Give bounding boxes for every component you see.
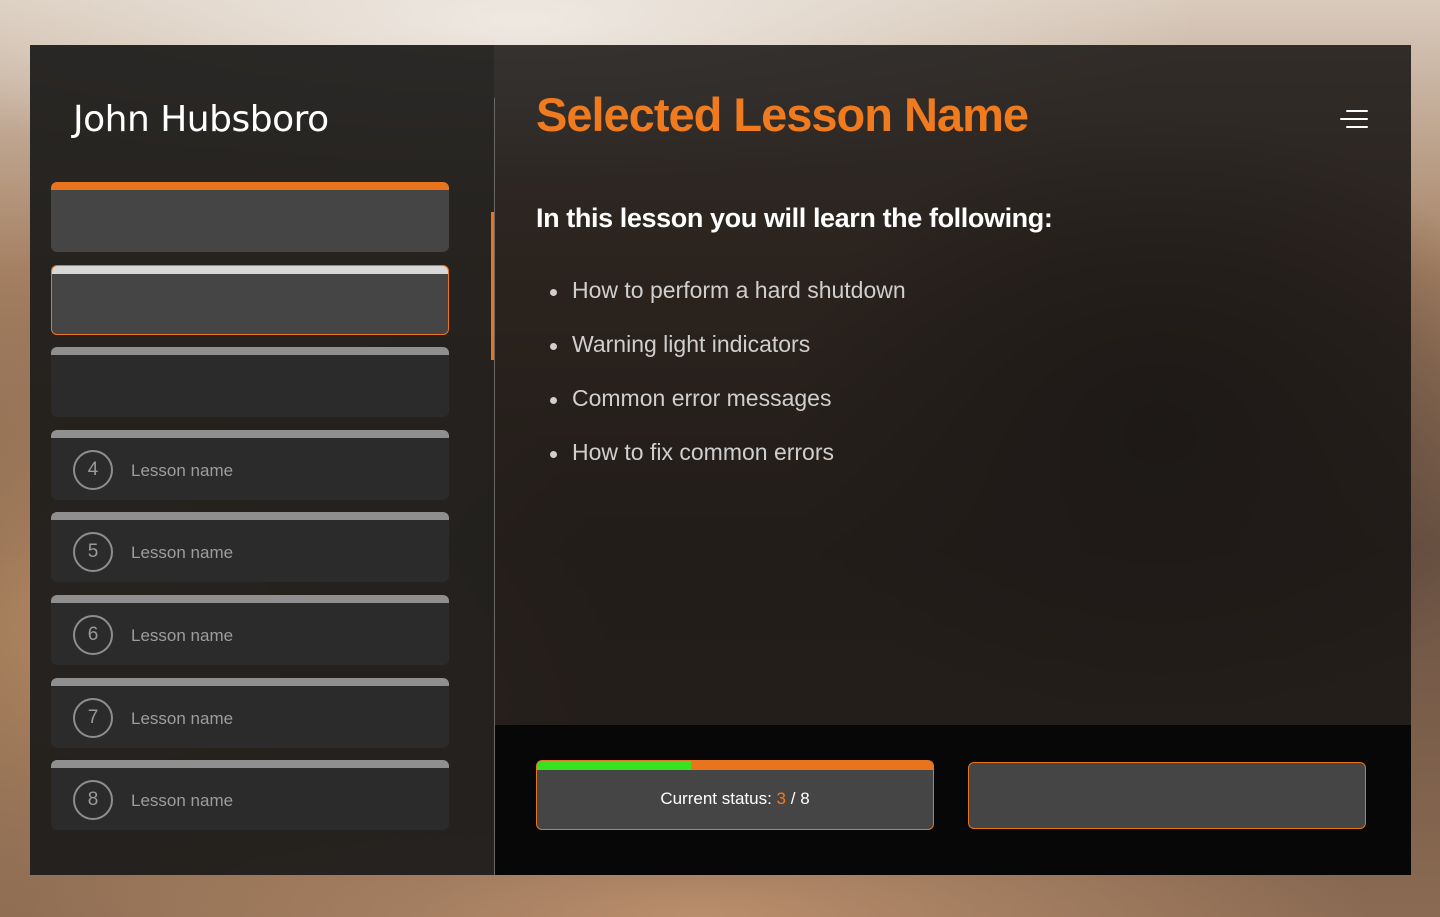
next-action-button[interactable]	[968, 762, 1366, 829]
list-item: Warning light indicators	[550, 331, 906, 385]
lesson-name: Lesson name	[131, 791, 234, 810]
lesson-progress-bar	[51, 760, 449, 768]
status-total: 8	[800, 789, 810, 808]
user-name: John Hubsboro	[73, 99, 329, 140]
lesson-name: Lesson name	[131, 461, 234, 480]
lesson-name: Lesson name	[131, 543, 234, 562]
lesson-progress-bar	[51, 595, 449, 603]
lesson-number-badge: 7	[73, 698, 113, 738]
footer-bar: Current status: 3 / 8	[495, 725, 1411, 875]
lesson-number-badge: 8	[73, 780, 113, 820]
lesson-progress-bar	[51, 430, 449, 438]
status-separator: /	[790, 789, 796, 808]
list-item: Common error messages	[550, 385, 906, 439]
learning-objectives-list: How to perform a hard shutdown Warning l…	[550, 277, 906, 493]
lesson-name: Lesson name	[131, 626, 234, 645]
lesson-subtitle: In this lesson you will learn the follow…	[536, 203, 1053, 233]
lesson-item-4[interactable]: 4 Lesson name	[51, 430, 449, 500]
lesson-progress-bar	[51, 347, 449, 355]
lesson-item-5[interactable]: 5 Lesson name	[51, 512, 449, 582]
lesson-progress-bar	[52, 266, 448, 274]
status-current: 3	[776, 789, 787, 808]
lesson-item-7[interactable]: 7 Lesson name	[51, 678, 449, 748]
lesson-number-badge: 4	[73, 450, 113, 490]
lesson-progress-bar	[51, 182, 449, 190]
lesson-item-8[interactable]: 8 Lesson name	[51, 760, 449, 830]
list-item: How to fix common errors	[550, 439, 906, 493]
main-panel: John Hubsboro 4 Lesson name 5 Lesson nam…	[30, 45, 1411, 875]
list-item: How to perform a hard shutdown	[550, 277, 906, 331]
lesson-item-1[interactable]	[51, 182, 449, 252]
lesson-title: Selected Lesson Name	[536, 88, 1029, 141]
lesson-progress-rail	[491, 212, 494, 360]
menu-icon[interactable]	[1338, 107, 1368, 133]
lesson-name: Lesson name	[131, 709, 234, 728]
lesson-item-2-selected[interactable]	[51, 265, 449, 335]
status-progress-fill	[537, 761, 692, 770]
status-progress-bar	[537, 761, 933, 770]
status-label: Current status:	[660, 789, 772, 808]
lesson-item-3[interactable]	[51, 347, 449, 417]
lesson-number-badge: 6	[73, 615, 113, 655]
status-box: Current status: 3 / 8	[536, 760, 934, 830]
lesson-progress-bar	[51, 512, 449, 520]
lesson-item-6[interactable]: 6 Lesson name	[51, 595, 449, 665]
sidebar: John Hubsboro 4 Lesson name 5 Lesson nam…	[30, 45, 494, 875]
lesson-progress-bar	[51, 678, 449, 686]
status-text: Current status: 3 / 8	[537, 789, 933, 809]
lesson-number-badge: 5	[73, 532, 113, 572]
